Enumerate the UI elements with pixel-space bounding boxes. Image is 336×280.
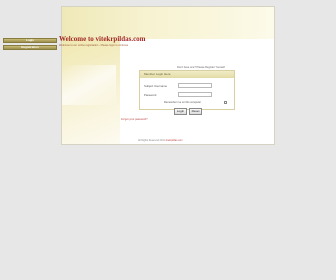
username-label: Subject Username xyxy=(144,84,168,88)
remember-checkbox[interactable] xyxy=(224,101,227,104)
login-form: Member Login Here Subject Username Passw… xyxy=(139,70,235,110)
footer-link[interactable]: vitekrpildas.com xyxy=(165,139,182,142)
sidebar xyxy=(62,39,120,144)
reset-button[interactable]: Reset xyxy=(189,108,202,115)
page-title: Welcome to vitekrpildas.com xyxy=(59,35,146,43)
remember-label: Remember me on this computer xyxy=(164,101,202,104)
username-input[interactable] xyxy=(178,83,212,88)
password-label: Password xyxy=(144,93,157,97)
page-subtitle: Welcome to our online registration - Ple… xyxy=(59,44,129,47)
login-button[interactable]: Login xyxy=(174,108,187,115)
sidebar-item-registration[interactable]: Registration xyxy=(3,45,57,50)
login-form-title: Member Login Here xyxy=(140,71,234,78)
password-input[interactable] xyxy=(178,92,212,97)
sidebar-item-login[interactable]: Login xyxy=(3,38,57,43)
footer: All Rights Reserved 2011 vitekrpildas.co… xyxy=(138,139,183,142)
register-hint-link[interactable]: Don't have one? Please Register Yourself xyxy=(177,66,225,69)
footer-text: All Rights Reserved 2011 xyxy=(138,139,165,142)
forgot-password-link[interactable]: Forgot your password? xyxy=(121,118,148,121)
sidebar-decoration xyxy=(62,65,116,105)
